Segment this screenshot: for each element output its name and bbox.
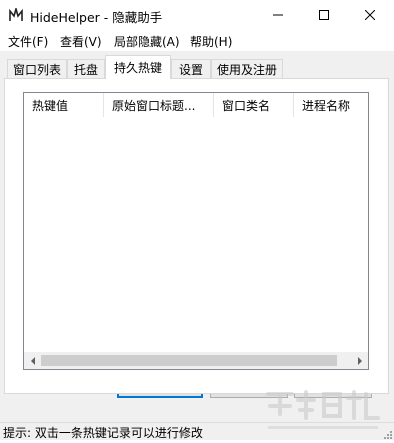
column-header-window-title[interactable]: 原始窗口标题... bbox=[104, 93, 214, 117]
scroll-left-button[interactable] bbox=[24, 352, 41, 369]
tab-panel: 热键值 原始窗口标题... 窗口类名 进程名称 bbox=[4, 78, 389, 394]
tab-usage-register[interactable]: 使用及注册 bbox=[211, 59, 283, 78]
status-hint: 提示: 双击一条热键记录可以进行修改 bbox=[3, 426, 203, 440]
column-header-class-name[interactable]: 窗口类名 bbox=[214, 93, 294, 117]
maximize-button[interactable] bbox=[301, 0, 347, 31]
app-logo-icon bbox=[9, 6, 23, 22]
caret-right-icon bbox=[357, 354, 363, 368]
column-header-hotkey[interactable]: 热键值 bbox=[24, 93, 104, 117]
menu-view[interactable]: 查看(V) bbox=[60, 33, 102, 50]
window-title: HideHelper - 隐藏助手 bbox=[30, 10, 163, 25]
menu-local-hide[interactable]: 局部隐藏(A) bbox=[114, 33, 180, 50]
minimize-icon bbox=[273, 9, 283, 23]
tab-persistent-hotkey[interactable]: 持久热键 bbox=[105, 55, 171, 79]
site-watermark-logo bbox=[262, 384, 392, 440]
hotkey-list[interactable]: 热键值 原始窗口标题... 窗口类名 进程名称 bbox=[23, 92, 369, 370]
client-area: 窗口列表 托盘 持久热键 设置 使用及注册 热键值 原始窗口标题... 窗口类名… bbox=[0, 51, 394, 422]
minimize-button[interactable] bbox=[255, 0, 301, 31]
tab-tray[interactable]: 托盘 bbox=[67, 59, 105, 78]
close-button[interactable] bbox=[347, 0, 393, 31]
menu-file[interactable]: 文件(F) bbox=[8, 33, 48, 50]
scroll-right-button[interactable] bbox=[351, 352, 368, 369]
close-icon bbox=[364, 9, 376, 23]
menu-bar: 文件(F) 查看(V) 局部隐藏(A) 帮助(H) bbox=[0, 31, 394, 51]
list-header: 热键值 原始窗口标题... 窗口类名 进程名称 bbox=[24, 93, 368, 117]
horizontal-scrollbar[interactable] bbox=[24, 352, 368, 369]
column-header-process-name[interactable]: 进程名称 bbox=[294, 93, 368, 117]
title-bar[interactable]: HideHelper - 隐藏助手 bbox=[0, 0, 394, 31]
scrollbar-thumb[interactable] bbox=[41, 355, 337, 366]
tab-window-list[interactable]: 窗口列表 bbox=[7, 59, 67, 78]
tab-settings[interactable]: 设置 bbox=[171, 59, 211, 78]
caret-left-icon bbox=[30, 354, 36, 368]
menu-help[interactable]: 帮助(H) bbox=[190, 33, 232, 50]
maximize-icon bbox=[319, 9, 329, 23]
